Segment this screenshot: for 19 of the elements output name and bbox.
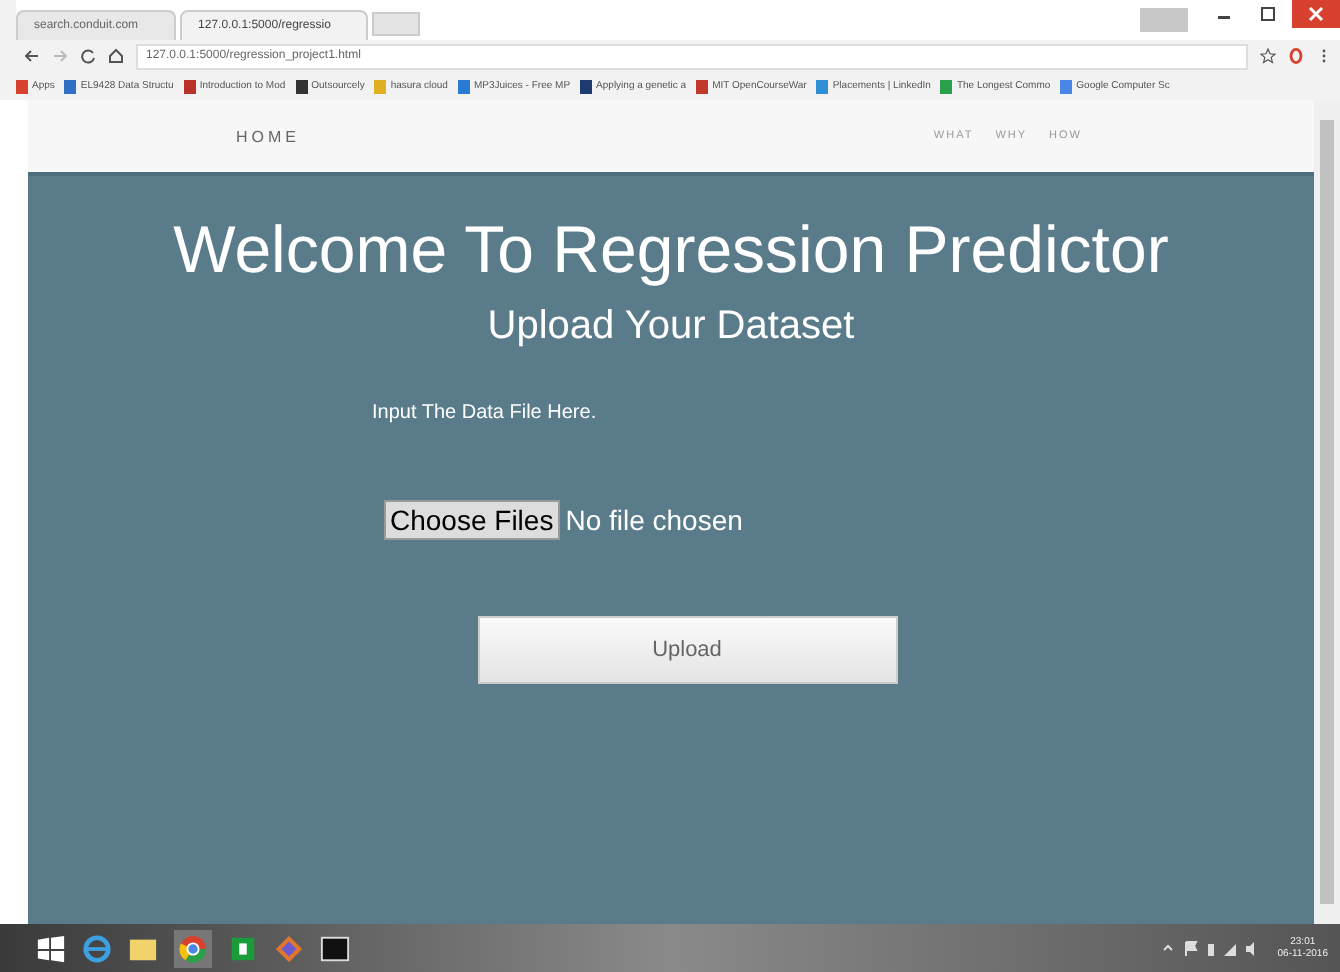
windows-icon[interactable] (36, 933, 66, 963)
browser-e-icon[interactable] (82, 933, 112, 963)
home-icon[interactable] (108, 48, 124, 64)
page-subtitle: Upload Your Dataset (487, 304, 855, 350)
store-icon[interactable] (228, 933, 258, 963)
back-arrow-icon[interactable] (24, 48, 40, 64)
chrome-icon[interactable] (174, 929, 212, 967)
terminal-icon[interactable] (320, 933, 350, 963)
upload-prompt: Input The Data File Here. (372, 402, 597, 424)
reload-icon[interactable] (80, 48, 96, 64)
home-link[interactable]: HOME (236, 127, 300, 145)
upload-button[interactable]: Upload (477, 616, 897, 684)
scrollbar[interactable] (1314, 100, 1340, 924)
choose-files-button[interactable]: Choose Files (384, 500, 560, 540)
close-button[interactable] (1292, 0, 1340, 28)
ring-icon[interactable] (1288, 48, 1304, 64)
page-title: Welcome To Regression Predictor (173, 212, 1169, 288)
file-status: No file chosen (565, 504, 743, 536)
star-icon[interactable] (1260, 48, 1276, 64)
